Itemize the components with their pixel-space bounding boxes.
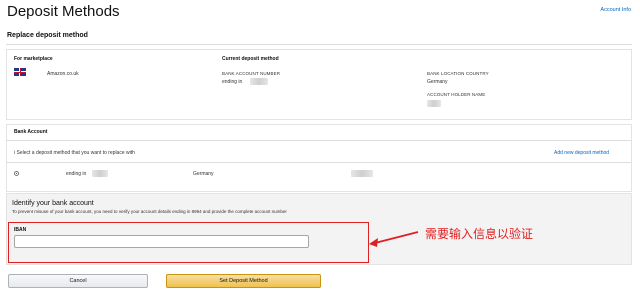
- annotation-arrow-icon: [369, 231, 419, 247]
- annotation-text: 需要输入信息以验证: [425, 227, 534, 241]
- set-deposit-method-button[interactable]: Set Deposit Method: [166, 274, 321, 288]
- cancel-button[interactable]: Cancel: [8, 274, 148, 288]
